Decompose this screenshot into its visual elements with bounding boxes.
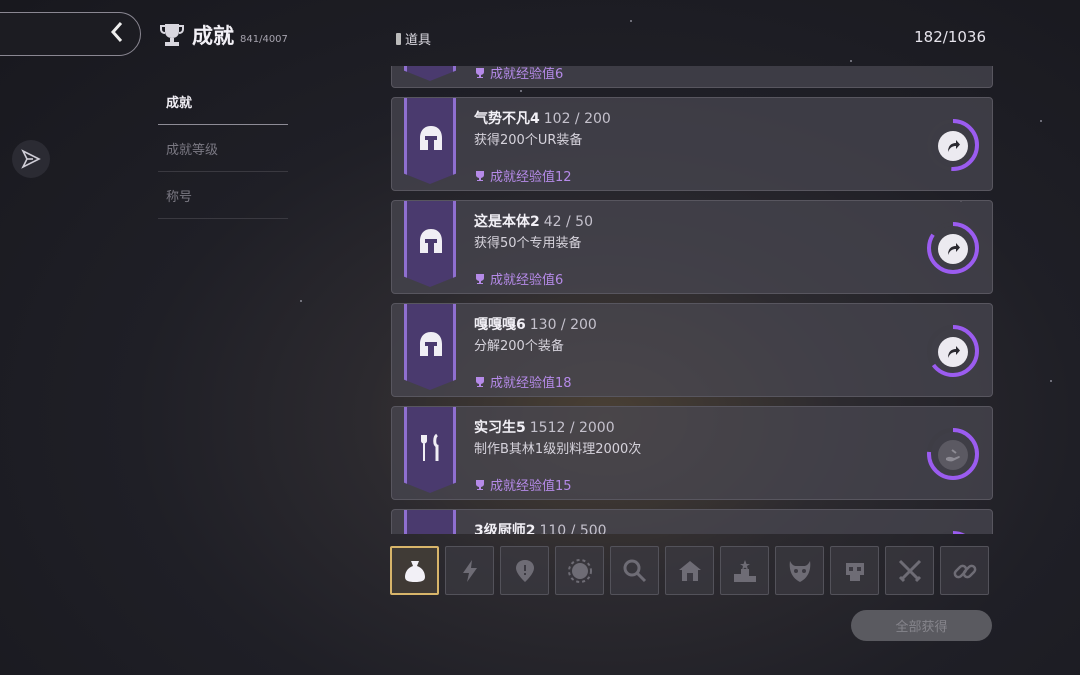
tab-search[interactable] <box>610 546 659 595</box>
trophy-icon <box>160 24 184 46</box>
achievement-card: 这是本体2 42 / 50 获得50个专用装备 成就经验值6 <box>391 200 993 294</box>
tab-sun-medal[interactable] <box>555 546 604 595</box>
achievement-exp: 成就经验值12 <box>474 166 572 185</box>
podium-icon <box>733 559 756 582</box>
send-icon <box>21 149 41 169</box>
location-pin-icon <box>515 559 534 582</box>
bookmark-icon <box>396 32 401 45</box>
achievement-exp: 成就经验值18 <box>474 372 572 391</box>
trophy-icon <box>476 67 484 78</box>
achievement-exp: 成就经验值6 <box>474 66 563 82</box>
tab-house[interactable] <box>665 546 714 595</box>
arrow-up-right-icon <box>948 243 960 255</box>
helmet-icon <box>420 126 442 150</box>
category-tabs <box>390 546 989 595</box>
achievement-desc: 获得50个专用装备 <box>474 236 582 251</box>
tab-swords[interactable] <box>885 546 934 595</box>
trophy-icon <box>476 170 484 181</box>
achievement-title: 这是本体2 42 / 50 <box>474 214 593 230</box>
achievement-card: 成就经验值6 <box>391 66 993 88</box>
tab-lightning[interactable] <box>445 546 494 595</box>
trophy-icon <box>476 479 484 490</box>
back-button[interactable] <box>0 12 141 56</box>
magnifier-icon <box>623 559 646 582</box>
sidebar-item-titles[interactable]: 称号 <box>158 172 288 219</box>
tab-chain[interactable] <box>940 546 989 595</box>
achievement-card: 气势不凡4 102 / 200 获得200个UR装备 成就经验值12 <box>391 97 993 191</box>
claim-all-button[interactable]: 全部获得 <box>851 610 992 641</box>
achievement-card: 实习生5 1512 / 2000 制作B其林1级别料理2000次 成就经验值15 <box>391 406 993 500</box>
achievement-title: 嘎嘎嘎6 130 / 200 <box>474 317 597 333</box>
category-progress: 182/1036 <box>914 28 986 46</box>
lightning-icon <box>462 559 477 582</box>
sidebar-item-label: 成就 <box>166 95 193 111</box>
chain-link-icon <box>953 564 976 578</box>
achievement-exp: 成就经验值6 <box>474 269 563 288</box>
locked-goto-button <box>938 440 968 470</box>
achievement-title: 实习生5 1512 / 2000 <box>474 420 615 436</box>
crossed-swords-icon <box>898 559 921 582</box>
page-title: 成就 <box>192 24 234 48</box>
achievement-banner <box>404 66 456 81</box>
achievement-card: 3级厨师2 110 / 500 <box>391 509 993 534</box>
arrow-up-right-icon <box>948 346 960 358</box>
progress-ring <box>927 66 979 68</box>
skull-icon <box>845 562 864 581</box>
sidebar-nav: 成就 成就等级 称号 <box>158 78 288 219</box>
trophy-icon <box>476 376 484 387</box>
utensils-icon <box>421 433 439 461</box>
trophy-icon <box>476 273 484 284</box>
page-header: 成就 841/4007 <box>158 20 288 50</box>
achievement-card: 嘎嘎嘎6 130 / 200 分解200个装备 成就经验值18 <box>391 303 993 397</box>
house-icon <box>678 560 701 581</box>
go-to-button[interactable] <box>938 234 968 264</box>
achievement-exp: 成就经验值15 <box>474 475 572 494</box>
arrow-up-right-icon <box>948 140 960 152</box>
tab-skull[interactable] <box>830 546 879 595</box>
helmet-icon <box>420 332 442 356</box>
achievement-desc: 制作B其林1级别料理2000次 <box>474 442 642 457</box>
helmet-icon <box>420 229 442 253</box>
progress-ring <box>927 531 979 534</box>
sidebar-item-achievements[interactable]: 成就 <box>158 78 288 125</box>
achievement-desc: 分解200个装备 <box>474 339 564 354</box>
sidebar-item-label: 成就等级 <box>166 142 219 158</box>
achievement-list[interactable]: 成就经验值6 气势不凡4 102 / 200 获得200个UR装备 成就经验值12… <box>390 66 994 534</box>
money-bag-icon <box>404 560 425 582</box>
category-title-text: 道具 <box>405 33 432 48</box>
chevron-left-icon <box>110 21 124 49</box>
tab-demon[interactable] <box>775 546 824 595</box>
share-button[interactable] <box>12 140 50 178</box>
achievement-title: 3级厨师2 110 / 500 <box>474 523 607 534</box>
hand-icon <box>946 449 960 462</box>
sidebar-item-label: 称号 <box>166 189 193 205</box>
sun-medal-icon <box>567 558 592 583</box>
go-to-button[interactable] <box>938 337 968 367</box>
category-title: 道具 <box>396 29 431 48</box>
go-to-button[interactable] <box>938 131 968 161</box>
tab-money-bag[interactable] <box>390 546 439 595</box>
achievement-banner <box>404 510 456 534</box>
tab-location[interactable] <box>500 546 549 595</box>
demon-face-icon <box>789 560 810 582</box>
achievement-desc: 获得200个UR装备 <box>474 133 583 148</box>
achievement-title: 气势不凡4 102 / 200 <box>474 111 611 127</box>
tab-podium[interactable] <box>720 546 769 595</box>
sidebar-item-achievement-level[interactable]: 成就等级 <box>158 125 288 172</box>
achievement-count: 841/4007 <box>240 33 288 45</box>
